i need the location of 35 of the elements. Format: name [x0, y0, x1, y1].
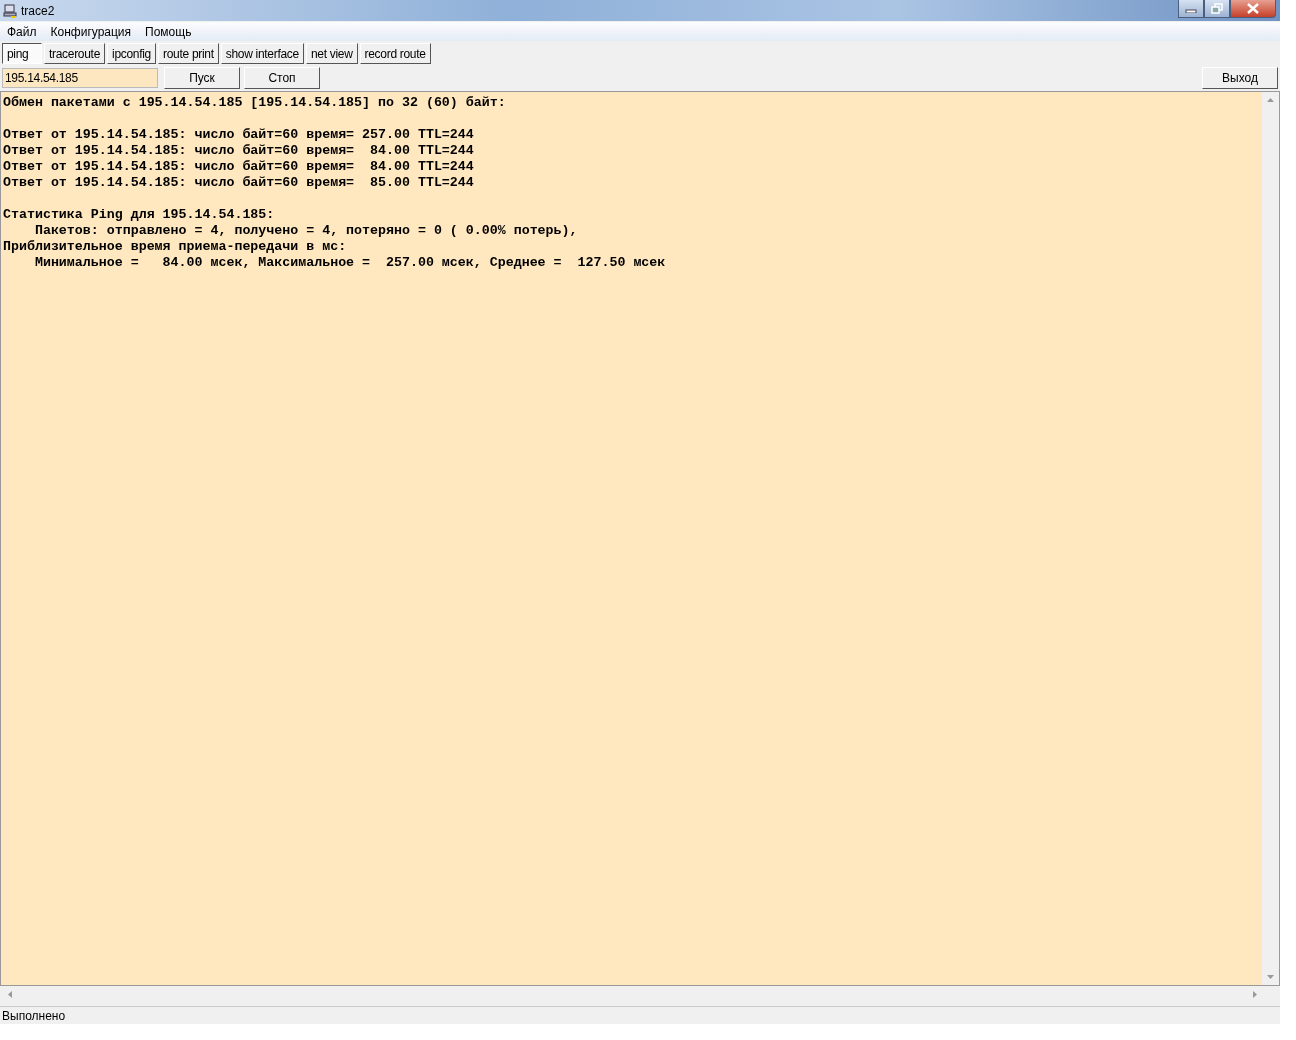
exit-button[interactable]: Выход	[1202, 66, 1278, 89]
close-button[interactable]	[1230, 0, 1276, 18]
command-tab[interactable]: record route	[359, 43, 431, 64]
left-arrow-icon[interactable]	[8, 990, 12, 998]
status-text: Выполнено	[2, 1008, 66, 1023]
output-line: Ответ от 195.14.54.185: число байт=60 время= 84.00 TTL=244	[3, 143, 475, 159]
output-line: Ответ от 195.14.54.185: число байт=60 время= 257.00 TTL=244	[3, 127, 475, 143]
action-button[interactable]: Стоп	[244, 66, 320, 89]
menu-item[interactable]: Помощь	[145, 24, 192, 39]
window-title: trace2	[21, 3, 55, 18]
action-button[interactable]: Пуск	[164, 66, 240, 89]
menu-item[interactable]: Конфигурация	[50, 24, 132, 39]
command-tab[interactable]: net view	[305, 43, 358, 64]
up-arrow-icon[interactable]	[1267, 98, 1274, 102]
computer-icon	[3, 3, 17, 18]
command-tab[interactable]: ping	[2, 43, 42, 64]
output-line: Статистика Ping для 195.14.54.185:	[3, 207, 276, 223]
close-icon	[1246, 3, 1260, 14]
restore-button[interactable]	[1204, 0, 1230, 18]
output-line: Минимальное = 84.00 мсек, Максимальное = 257.00 мсек, Среднее = 127.50 мсек	[33, 255, 667, 271]
menu-item[interactable]: Файл	[7, 24, 37, 39]
restore-icon	[1211, 3, 1223, 14]
output-line: Обмен пакетами с 195.14.54.185 [195.14.54.185] по 32 (60) байт:	[3, 95, 507, 111]
output-line: Пакетов: отправлено = 4, получено = 4, потеряно = 0 ( 0.00% потерь),	[33, 223, 579, 239]
minimize-button[interactable]	[1178, 0, 1204, 18]
output-line: Ответ от 195.14.54.185: число байт=60 время= 84.00 TTL=244	[3, 159, 475, 175]
right-arrow-icon[interactable]	[1253, 990, 1257, 998]
output-line: Приблизительное время приема-передачи в мс:	[3, 239, 348, 255]
command-tab[interactable]: traceroute	[44, 43, 106, 64]
command-tab[interactable]: ipconfig	[107, 43, 156, 64]
down-arrow-icon[interactable]	[1267, 975, 1274, 979]
command-tab[interactable]: route print	[158, 43, 219, 64]
host-field[interactable]: 195.14.54.185	[2, 67, 158, 88]
output-line: Ответ от 195.14.54.185: число байт=60 время= 85.00 TTL=244	[3, 175, 475, 191]
command-tab[interactable]: show interface	[220, 43, 304, 64]
